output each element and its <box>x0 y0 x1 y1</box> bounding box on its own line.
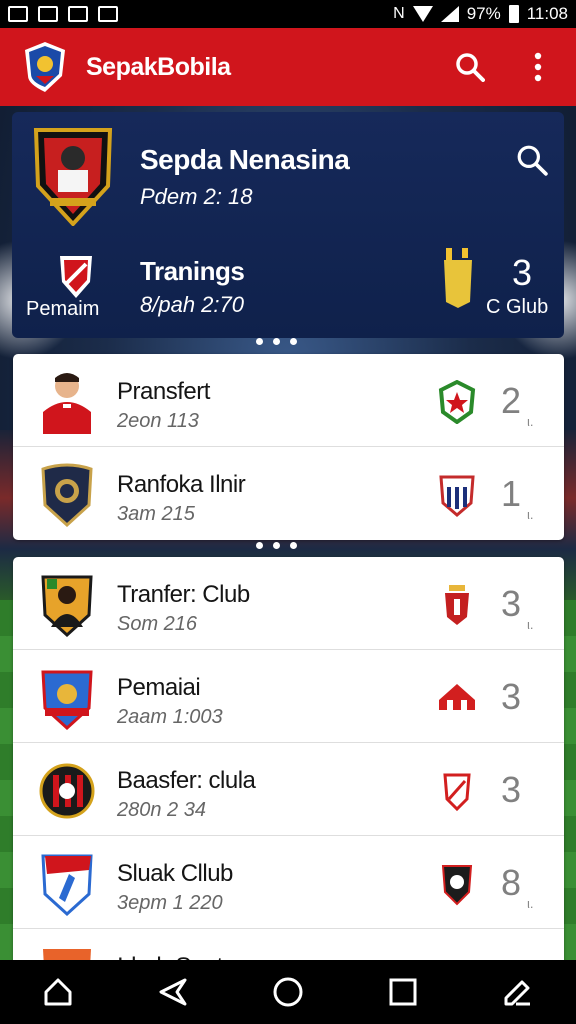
list-item[interactable]: Ranfoka Ilnir 3am 215 1 ι. <box>13 447 564 540</box>
featured-secondary-title: Tranings <box>140 256 245 286</box>
system-nav-bar <box>0 960 576 1024</box>
list-item-subtitle: Som 216 <box>117 613 198 635</box>
search-button[interactable] <box>454 51 486 83</box>
list-item-subtitle: 3epm 1 220 <box>117 892 223 914</box>
team-badge-icon <box>439 475 475 517</box>
list-item-score: 3 <box>501 769 522 810</box>
club-crest-icon <box>39 763 95 819</box>
list-card: Tranfer: Club Som 216 3 ι. Pemaiai 2aam … <box>13 557 564 1022</box>
home-icon <box>44 978 72 1006</box>
search-icon <box>517 145 548 176</box>
list-item[interactable]: Pransfert 2eon 113 2 ι. <box>13 354 564 447</box>
featured-search-button[interactable] <box>516 144 548 181</box>
edit-button[interactable] <box>498 972 538 1012</box>
list-card: Pransfert 2eon 113 2 ι. Ranfoka Ilnir 3a… <box>13 354 564 540</box>
list-item[interactable]: Sluak Cllub 3epm 1 220 8 ι. <box>13 836 564 929</box>
team-badge-icon <box>443 773 471 812</box>
list-item-title: Tranfer: Club <box>117 581 250 608</box>
app-bar: SepakBobila <box>0 28 576 106</box>
back-button[interactable] <box>153 972 193 1012</box>
battery-percent: 97% <box>466 4 501 23</box>
recents-icon <box>273 977 303 1007</box>
list-item-title: Sluak Cllub <box>117 860 233 887</box>
club-crest-icon <box>41 670 93 730</box>
team-badge-icon <box>438 380 476 424</box>
player-avatar-icon <box>43 373 91 434</box>
page-indicator <box>256 338 297 345</box>
featured-title: Sepda Nenasina <box>140 144 350 175</box>
club-crest-icon <box>33 128 113 226</box>
club-crest-icon <box>41 854 93 916</box>
team-badge-icon <box>439 684 475 710</box>
overview-button[interactable] <box>383 972 423 1012</box>
clock: 11:08 <box>526 4 568 23</box>
list-item-subtitle: 2eon 113 <box>117 410 199 432</box>
more-vert-icon <box>534 52 542 82</box>
app-icon <box>38 6 58 22</box>
photo-icon <box>68 6 88 22</box>
list-item-score: 1 <box>501 473 522 514</box>
wifi-icon <box>412 6 433 22</box>
list-item[interactable]: Pemaiai 2aam 1:003 3 <box>13 650 564 743</box>
status-bar: N 97% 11:08 <box>0 0 576 28</box>
featured-subtitle: Pdem 2: 18 <box>140 184 253 209</box>
more-options-button[interactable] <box>522 51 554 83</box>
square-icon <box>389 978 417 1006</box>
back-icon <box>159 978 187 1006</box>
signal-icon <box>440 6 459 22</box>
list-item-subtitle: 2aam 1:003 <box>117 706 223 728</box>
featured-badge-label: Pemaim <box>26 298 100 320</box>
list-item-score: 2 <box>501 380 522 421</box>
shield-icon <box>60 256 92 298</box>
list-item-tick: ι. <box>527 414 534 429</box>
list-item-tick: ι. <box>527 617 534 632</box>
team-badge-icon <box>441 865 473 906</box>
list-item-tick: ι. <box>527 507 534 522</box>
page-indicator <box>256 542 297 549</box>
flag-icon <box>444 248 472 308</box>
featured-score: 3 <box>512 252 533 293</box>
team-badge-icon <box>445 585 469 625</box>
app-logo-icon[interactable] <box>22 40 68 94</box>
list-item-title: Baasfer: clula <box>117 767 256 794</box>
nfc-icon: N <box>393 5 405 22</box>
list-item-title: Pransfert <box>117 378 210 405</box>
featured-match-card[interactable]: Sepda Nenasina Pdem 2: 18 Pemaim Traning… <box>12 112 564 338</box>
list-item-score: 3 <box>501 676 522 717</box>
edit-icon <box>504 980 531 1006</box>
list-item-title: Ranfoka Ilnir <box>117 471 246 498</box>
player-crest-icon <box>41 575 93 637</box>
list-item-title: Pemaiai <box>117 674 201 701</box>
recents-button[interactable] <box>268 972 308 1012</box>
list-item[interactable]: Tranfer: Club Som 216 3 ι. <box>13 557 564 650</box>
featured-score-label: C Glub <box>486 296 549 318</box>
list-item-score: 3 <box>501 583 522 624</box>
featured-secondary-subtitle: 8/pah 2:70 <box>140 292 244 317</box>
gmail-icon <box>98 6 118 22</box>
list-item-score: 8 <box>501 862 522 903</box>
list-item[interactable]: Baasfer: clula 280n 2 34 3 <box>13 743 564 836</box>
list-item-subtitle: 3am 215 <box>117 503 195 525</box>
battery-icon <box>508 5 519 23</box>
search-icon <box>456 53 485 82</box>
home-button[interactable] <box>38 972 78 1012</box>
list-item-tick: ι. <box>527 896 534 911</box>
club-crest-icon <box>41 463 93 527</box>
app-title: SepakBobila <box>86 52 231 81</box>
list-item-subtitle: 280n 2 34 <box>117 799 206 821</box>
image-icon <box>8 6 28 22</box>
